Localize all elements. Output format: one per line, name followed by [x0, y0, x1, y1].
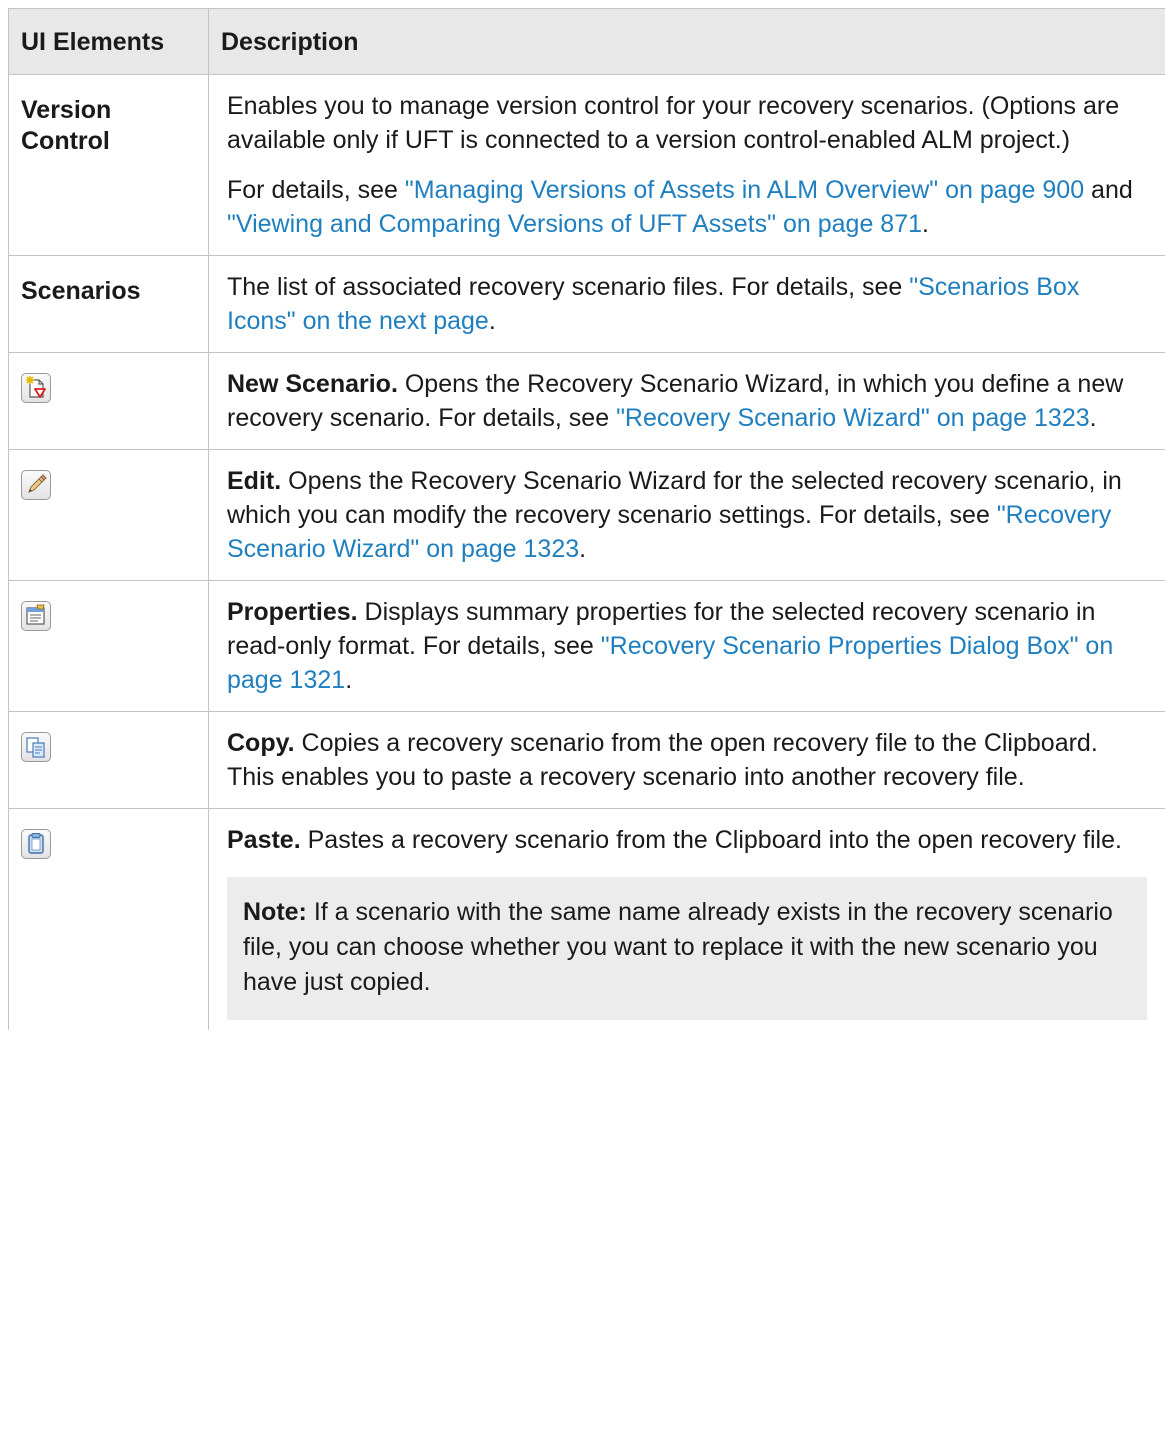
- description-suffix: .: [488, 307, 496, 335]
- description-version-control: Enables you to manage version control fo…: [208, 74, 1165, 256]
- description-text: New Scenario. Opens the Recovery Scenari…: [227, 367, 1147, 435]
- term-copy: Copy.: [227, 729, 295, 757]
- description-new-scenario: New Scenario. Opens the Recovery Scenari…: [208, 352, 1165, 450]
- details-prefix: For details, see: [227, 176, 405, 204]
- description-properties: Properties. Displays summary properties …: [208, 580, 1165, 712]
- table-row-properties: Properties. Displays summary properties …: [8, 580, 1165, 712]
- table-row-paste: Paste. Pastes a recovery scenario from t…: [8, 808, 1165, 1030]
- element-icon-cell: [8, 352, 209, 450]
- link-recovery-scenario-wizard[interactable]: "Recovery Scenario Wizard" on page 1323: [616, 404, 1090, 432]
- edit-icon: [21, 470, 51, 500]
- column-header-ui-elements: UI Elements: [8, 8, 209, 75]
- description-body: Copies a recovery scenario from the open…: [227, 729, 1098, 791]
- term-edit: Edit.: [227, 467, 282, 495]
- ui-elements-table: UI Elements Description Version Control …: [8, 8, 1165, 1030]
- description-copy: Copy. Copies a recovery scenario from th…: [208, 711, 1165, 809]
- description-text: The list of associated recovery scenario…: [227, 270, 1147, 338]
- table-row-copy: Copy. Copies a recovery scenario from th…: [8, 711, 1165, 809]
- description-details: For details, see "Managing Versions of A…: [227, 173, 1147, 241]
- description-edit: Edit. Opens the Recovery Scenario Wizard…: [208, 449, 1165, 581]
- description-text: Paste. Pastes a recovery scenario from t…: [227, 823, 1147, 857]
- element-icon-cell: [8, 580, 209, 712]
- table-header-row: UI Elements Description: [8, 8, 1165, 75]
- note-label: Note:: [243, 898, 307, 926]
- column-header-description: Description: [208, 8, 1165, 75]
- element-name-scenarios: Scenarios: [8, 255, 209, 353]
- table-row-edit: Edit. Opens the Recovery Scenario Wizard…: [8, 449, 1165, 581]
- description-suffix: .: [345, 666, 353, 694]
- table-row-scenarios: Scenarios The list of associated recover…: [8, 255, 1165, 353]
- term-properties: Properties.: [227, 598, 358, 626]
- description-body: Pastes a recovery scenario from the Clip…: [300, 826, 1122, 854]
- details-suffix: .: [922, 210, 929, 238]
- description-suffix: .: [1089, 404, 1097, 432]
- description-paste: Paste. Pastes a recovery scenario from t…: [208, 808, 1165, 1030]
- element-icon-cell: [8, 711, 209, 809]
- description-text: Edit. Opens the Recovery Scenario Wizard…: [227, 464, 1147, 566]
- properties-icon: [21, 601, 51, 631]
- term-paste: Paste.: [227, 826, 301, 854]
- table-row-version-control: Version Control Enables you to manage ve…: [8, 74, 1165, 256]
- description-body: Opens the Recovery Scenario Wizard for t…: [227, 467, 1122, 529]
- copy-icon: [21, 732, 51, 762]
- element-icon-cell: [8, 808, 209, 1030]
- term-new-scenario: New Scenario.: [227, 370, 398, 398]
- link-viewing-comparing-versions[interactable]: "Viewing and Comparing Versions of UFT A…: [227, 210, 922, 238]
- description-suffix: .: [579, 535, 587, 563]
- note-text: If a scenario with the same name already…: [243, 898, 1113, 996]
- element-icon-cell: [8, 449, 209, 581]
- paste-icon: [21, 829, 51, 859]
- link-managing-versions[interactable]: "Managing Versions of Assets in ALM Over…: [405, 176, 1084, 204]
- table-row-new-scenario: New Scenario. Opens the Recovery Scenari…: [8, 352, 1165, 450]
- description-body: The list of associated recovery scenario…: [227, 273, 910, 301]
- description-text: Enables you to manage version control fo…: [227, 92, 1120, 154]
- description-text: Properties. Displays summary properties …: [227, 595, 1147, 697]
- description-text: Copy. Copies a recovery scenario from th…: [227, 726, 1147, 794]
- details-conjunction: and: [1084, 176, 1133, 204]
- note-box: Note: If a scenario with the same name a…: [227, 877, 1147, 1020]
- element-name-version-control: Version Control: [8, 74, 209, 256]
- description-scenarios: The list of associated recovery scenario…: [208, 255, 1165, 353]
- new-scenario-icon: [21, 373, 51, 403]
